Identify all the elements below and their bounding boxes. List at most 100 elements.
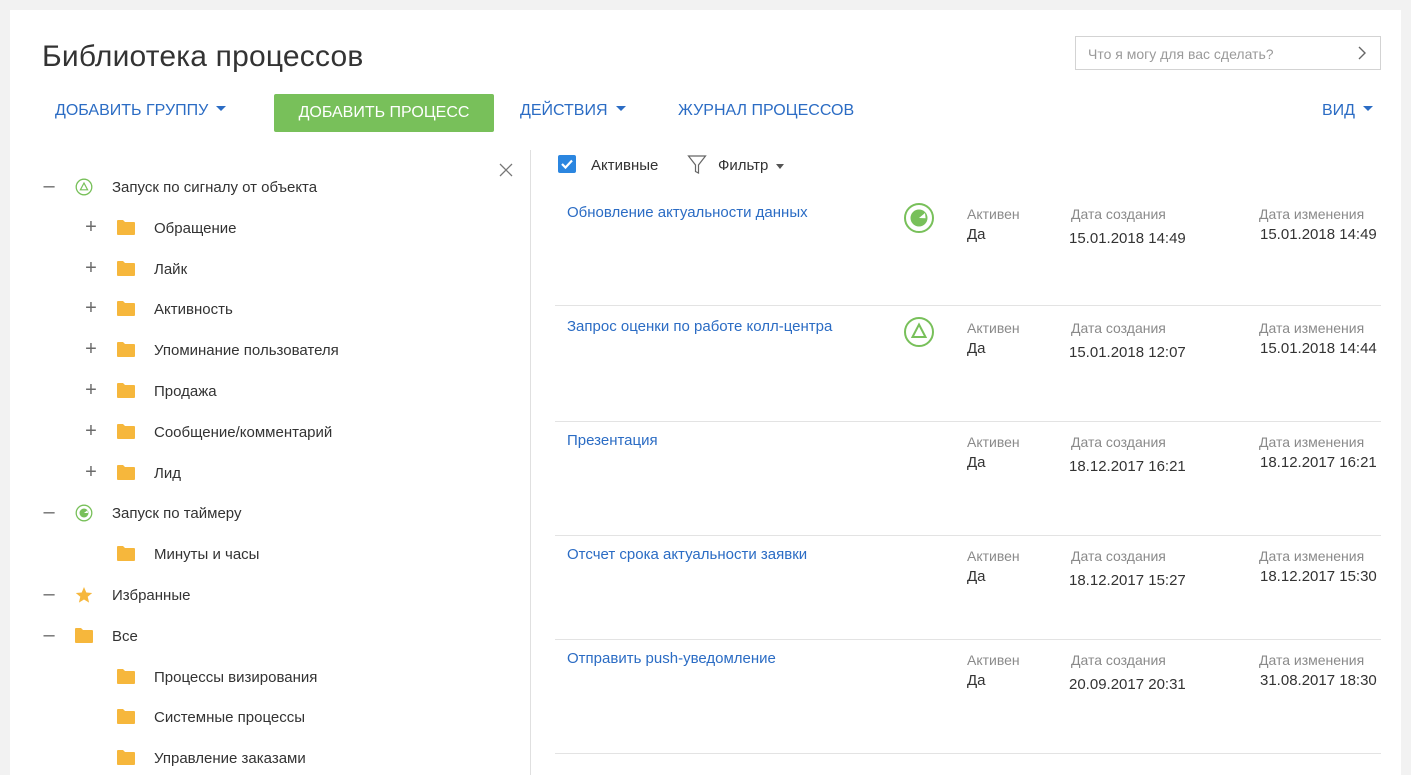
panel-divider <box>530 150 531 775</box>
modified-column-label: Дата изменения <box>1259 652 1365 668</box>
folder-icon <box>117 341 135 358</box>
command-input[interactable]: Что я могу для вас сделать? <box>1075 36 1381 70</box>
tree-item-label: Запуск по сигналу от объекта <box>112 179 318 196</box>
folder-icon <box>117 260 135 276</box>
filter-bar: Активные Фильтр <box>555 150 955 180</box>
tree-item-label: Продажа <box>154 383 217 400</box>
modified-column-label: Дата изменения <box>1259 320 1365 336</box>
tree-item[interactable]: + Лид <box>10 458 520 488</box>
collapse-icon[interactable]: – <box>42 502 56 522</box>
add-group-label: ДОБАВИТЬ ГРУППУ <box>55 102 209 119</box>
tree-item[interactable]: Процессы визирования <box>10 662 520 692</box>
modified-column-label: Дата изменения <box>1259 434 1365 450</box>
process-name-link[interactable]: Отсчет срока актуальности заявки <box>567 546 807 563</box>
folder-icon <box>117 464 135 480</box>
modified-date: 31.08.2017 18:30 <box>1260 672 1377 689</box>
active-value: Да <box>967 568 986 585</box>
tree-item[interactable]: Минуты и часы <box>10 539 520 569</box>
actions-button[interactable]: ДЕЙСТВИЯ <box>520 102 626 120</box>
modified-column-label: Дата изменения <box>1259 206 1365 222</box>
folder-icon <box>117 219 135 235</box>
created-column-label: Дата создания <box>1071 434 1166 450</box>
table-row[interactable]: Презентация Активен Да Дата создания 18.12.2… <box>555 424 1391 536</box>
expand-icon[interactable]: + <box>84 217 98 237</box>
tree-item-label: Управление заказами <box>154 750 306 768</box>
created-column-label: Дата создания <box>1071 320 1166 336</box>
folder-icon <box>117 749 135 766</box>
tree-item-label: Избранные <box>112 587 191 604</box>
folder-icon <box>117 668 135 684</box>
tree-item-label: Лайк <box>154 260 188 278</box>
modified-column-label: Дата изменения <box>1259 548 1365 564</box>
folder-icon <box>117 423 135 439</box>
tree-item[interactable]: + Сообщение/комментарий <box>10 417 520 447</box>
tree-item[interactable]: – Запуск по сигналу от объекта <box>10 172 520 202</box>
folder-icon <box>117 708 135 725</box>
process-log-button[interactable]: ЖУРНАЛ ПРОЦЕССОВ <box>678 102 854 120</box>
modified-date: 15.01.2018 14:44 <box>1260 340 1377 357</box>
modified-date: 18.12.2017 16:21 <box>1260 454 1377 471</box>
modified-date: 18.12.2017 15:30 <box>1260 568 1377 585</box>
collapse-icon[interactable]: – <box>42 584 56 604</box>
expand-icon[interactable]: + <box>84 380 98 400</box>
row-divider <box>555 639 1381 640</box>
process-name-link[interactable]: Запрос оценки по работе колл-центра <box>567 318 832 335</box>
active-value: Да <box>967 454 986 471</box>
active-label: Активные <box>591 157 659 174</box>
table-row[interactable]: Запрос оценки по работе колл-центра Актив… <box>555 310 1391 422</box>
tree-item[interactable]: – Все <box>10 621 520 651</box>
folder-icon <box>117 545 135 562</box>
expand-icon[interactable]: + <box>84 339 98 359</box>
process-name-link[interactable]: Отправить push-уведомление <box>567 650 776 667</box>
checkmark-icon <box>561 159 573 170</box>
active-checkbox[interactable] <box>558 155 576 173</box>
actions-label: ДЕЙСТВИЯ <box>520 102 608 119</box>
collapse-icon[interactable]: – <box>42 625 56 645</box>
tree-item-label: Процессы визирования <box>154 668 318 686</box>
timer-icon <box>75 504 93 522</box>
tree-item-label: Запуск по таймеру <box>112 505 242 523</box>
tree-item[interactable]: – Запуск по таймеру <box>10 498 520 528</box>
star-icon <box>75 586 93 603</box>
chevron-right-icon[interactable] <box>1354 45 1370 61</box>
tree-item-label: Сообщение/комментарий <box>154 423 333 441</box>
expand-icon[interactable]: + <box>84 462 98 482</box>
active-value: Да <box>967 226 986 243</box>
view-label: ВИД <box>1322 102 1356 119</box>
tree-item[interactable]: Управление заказами <box>10 743 520 773</box>
add-process-button[interactable]: ДОБАВИТЬ ПРОЦЕСС <box>274 94 494 132</box>
tree-item[interactable]: + Обращение <box>10 213 520 243</box>
created-date: 15.01.2018 12:07 <box>1069 344 1186 361</box>
filter-dropdown[interactable]: Фильтр <box>718 150 818 180</box>
tree-item[interactable]: Системные процессы <box>10 702 520 732</box>
expand-icon[interactable]: + <box>84 421 98 441</box>
tree-item[interactable]: + Лайк <box>10 254 520 284</box>
filter-icon[interactable] <box>687 154 707 176</box>
expand-icon[interactable]: + <box>84 298 98 318</box>
process-name-link[interactable]: Презентация <box>567 432 658 449</box>
folder-icon <box>117 300 135 317</box>
collapse-icon[interactable]: – <box>42 176 56 196</box>
tree-item[interactable]: + Продажа <box>10 376 520 406</box>
view-button[interactable]: ВИД <box>1322 102 1374 120</box>
tree-item[interactable]: + Упоминание пользователя <box>10 335 520 365</box>
tree-item-label: Системные процессы <box>154 709 305 727</box>
created-date: 18.12.2017 15:27 <box>1069 572 1186 589</box>
active-column-label: Активен <box>967 320 1020 336</box>
caret-down-icon <box>615 106 626 112</box>
tree-item[interactable]: – Избранные <box>10 580 520 610</box>
table-row[interactable]: Отправить push-уведомление Активен Да Дата … <box>555 642 1391 754</box>
process-name-link[interactable]: Обновление актуальности данных <box>567 204 808 221</box>
row-divider <box>555 421 1381 422</box>
created-column-label: Дата создания <box>1071 206 1166 222</box>
tree-item[interactable]: + Активность <box>10 294 520 324</box>
tree-item-label: Все <box>112 627 138 645</box>
folder-icon <box>117 382 135 398</box>
table-row[interactable]: Обновление актуальности данных Активен Да Д… <box>555 196 1391 306</box>
expand-icon[interactable]: + <box>84 258 98 278</box>
active-value: Да <box>967 340 986 357</box>
created-column-label: Дата создания <box>1071 548 1166 564</box>
table-row[interactable]: Отсчет срока актуальности заявки Активен Д… <box>555 538 1391 640</box>
add-group-button[interactable]: ДОБАВИТЬ ГРУППУ <box>55 102 227 120</box>
row-divider <box>555 535 1381 536</box>
